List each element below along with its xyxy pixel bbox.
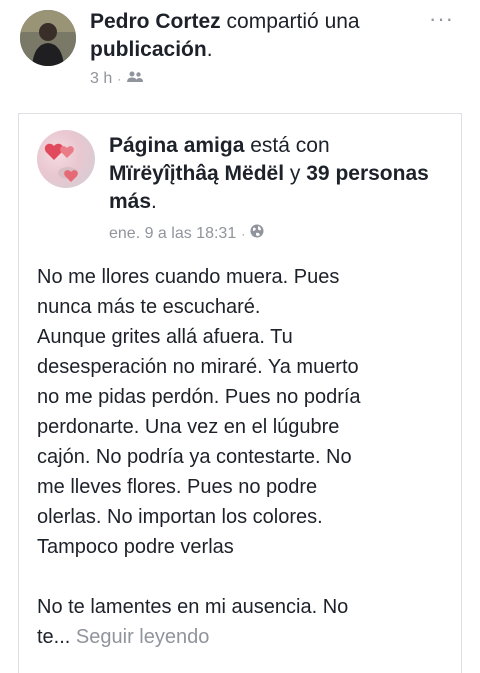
shared-post-title: Página amiga está con Mïrëyîįthâą Mëdël … (109, 132, 439, 216)
conjunction: y (289, 162, 301, 185)
post-time[interactable]: 3 h (90, 70, 112, 88)
post-headline: Pedro Cortez compartió una publicación. (90, 8, 410, 64)
body-line: perdonarte. Una vez en el lúgubre (37, 416, 340, 438)
globe-icon[interactable] (250, 224, 264, 243)
body-line: no me pidas perdón. Pues no podría (37, 386, 361, 408)
body-line: Tampoco podre verlas (37, 536, 234, 558)
see-more-link[interactable]: Seguir leyendo (76, 626, 209, 648)
body-line: No te lamentes en mi ausencia. No (37, 596, 349, 618)
page-avatar[interactable] (37, 130, 95, 188)
author-name[interactable]: Pedro Cortez (90, 10, 221, 33)
body-line: nunca más te escucharé. (37, 296, 261, 318)
more-icon[interactable]: ··· (429, 6, 454, 32)
shared-post-card: Página amiga está con Mïrëyîįthâą Mëdël … (18, 113, 462, 673)
body-line-last: te... Seguir leyendo (37, 622, 447, 652)
shared-post-time[interactable]: ene. 9 a las 18:31 (109, 225, 236, 243)
tagged-person[interactable]: Mïrëyîįthâą Mëdël (109, 162, 284, 185)
body-line: No me llores cuando muera. Pues (37, 266, 340, 288)
body-line: desesperación no miraré. Ya muerto (37, 356, 359, 378)
truncated-text: te... (37, 626, 71, 648)
with-text: está con (250, 134, 330, 157)
author-avatar[interactable] (20, 10, 76, 66)
body-line: me lleves flores. Pues no podre (37, 476, 318, 498)
post-body: No me llores cuando muera. Pues nunca má… (37, 262, 447, 652)
body-line: Aunque grites allá afuera. Tu (37, 326, 293, 348)
body-line: cajón. No podría ya contestarte. No (37, 446, 352, 468)
title-end: . (151, 190, 157, 213)
post-meta: 3 h · (90, 70, 144, 88)
action-prefix: compartió una (226, 10, 360, 33)
meta-separator: · (117, 72, 122, 86)
body-line: olerlas. No importan los colores. (37, 506, 323, 528)
action-object[interactable]: publicación (90, 38, 207, 61)
page-name[interactable]: Página amiga (109, 134, 244, 157)
post-header: Pedro Cortez compartió una publicación. … (0, 0, 480, 100)
friends-icon[interactable] (126, 70, 144, 88)
shared-post-meta: ene. 9 a las 18:31 · (109, 224, 264, 243)
action-suffix: . (206, 38, 213, 61)
shared-meta-separator: · (241, 226, 246, 241)
